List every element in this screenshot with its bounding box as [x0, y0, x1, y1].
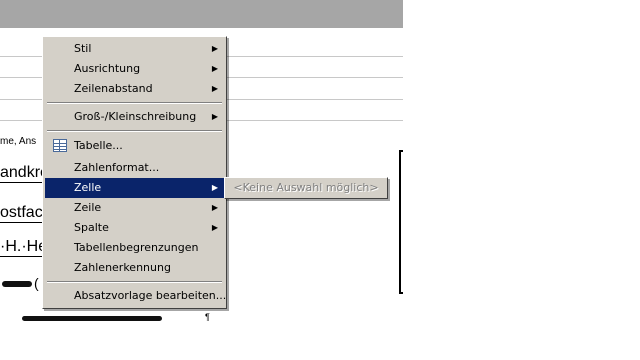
menu-item-label: Zeile: [74, 201, 102, 214]
submenu-arrow-icon: ▶: [211, 203, 218, 212]
menu-item-zelle[interactable]: Zelle ▶: [45, 178, 224, 198]
document-text-line: ·H.·He: [0, 238, 48, 257]
menu-separator: [47, 130, 222, 132]
menu-item-label: Groß-/Kleinschreibung: [74, 110, 197, 123]
menu-separator: [47, 102, 222, 104]
menu-item-zahlenerkennung[interactable]: Zahlenerkennung: [45, 258, 224, 278]
menu-item-label: Spalte: [74, 221, 109, 234]
submenu-arrow-icon: ▶: [211, 64, 218, 73]
menu-item-label: Absatzvorlage bearbeiten...: [74, 289, 227, 302]
menu-separator: [47, 281, 222, 283]
cell-submenu: <Keine Auswahl möglich>: [224, 177, 388, 199]
submenu-arrow-icon: ▶: [211, 44, 218, 53]
document-text-line: (: [34, 275, 39, 291]
menu-item-label: Ausrichtung: [74, 62, 141, 75]
paragraph-mark: ¶: [205, 312, 210, 322]
menu-item-tabellenbegrenzungen[interactable]: Tabellenbegrenzungen: [45, 238, 224, 258]
menu-item-label: Zeilenabstand: [74, 82, 153, 95]
menu-item-label: Stil: [74, 42, 92, 55]
context-menu: Stil ▶ Ausrichtung ▶ Zeilenabstand ▶ Gro…: [42, 36, 227, 309]
submenu-arrow-icon: ▶: [211, 112, 218, 121]
menu-item-spalte[interactable]: Spalte ▶: [45, 218, 224, 238]
document-text-line: ostfac: [0, 204, 43, 223]
menu-item-zeilenabstand[interactable]: Zeilenabstand ▶: [45, 79, 224, 99]
menu-item-ausrichtung[interactable]: Ausrichtung ▶: [45, 59, 224, 79]
redaction-mark: [22, 316, 162, 321]
frame-bracket: [399, 150, 403, 294]
redaction-mark: [2, 281, 32, 287]
menu-item-label: Zelle: [74, 181, 102, 194]
submenu-arrow-icon: ▶: [211, 84, 218, 93]
menu-item-gross-klein[interactable]: Groß-/Kleinschreibung ▶: [45, 107, 224, 127]
menu-item-label: Tabellenbegrenzungen: [74, 241, 199, 254]
menu-item-stil[interactable]: Stil ▶: [45, 39, 224, 59]
window-title-area: [0, 0, 403, 28]
menu-item-label: Zahlenformat...: [74, 161, 160, 174]
table-icon: [53, 139, 67, 152]
menu-item-label: Zahlenerkennung: [74, 261, 171, 274]
submenu-arrow-icon: ▶: [211, 223, 218, 232]
submenu-disabled-item: <Keine Auswahl möglich>: [233, 181, 379, 194]
menu-item-absatzvorlage[interactable]: Absatzvorlage bearbeiten...: [45, 286, 227, 306]
menu-item-label: Tabelle...: [74, 139, 123, 152]
submenu-arrow-icon: ▶: [211, 183, 218, 192]
document-text-line: me, Ans: [0, 136, 37, 147]
menu-item-tabelle[interactable]: Tabelle...: [45, 136, 224, 156]
menu-item-zeile[interactable]: Zeile ▶: [45, 198, 224, 218]
menu-item-zahlenformat[interactable]: Zahlenformat...: [45, 158, 224, 178]
